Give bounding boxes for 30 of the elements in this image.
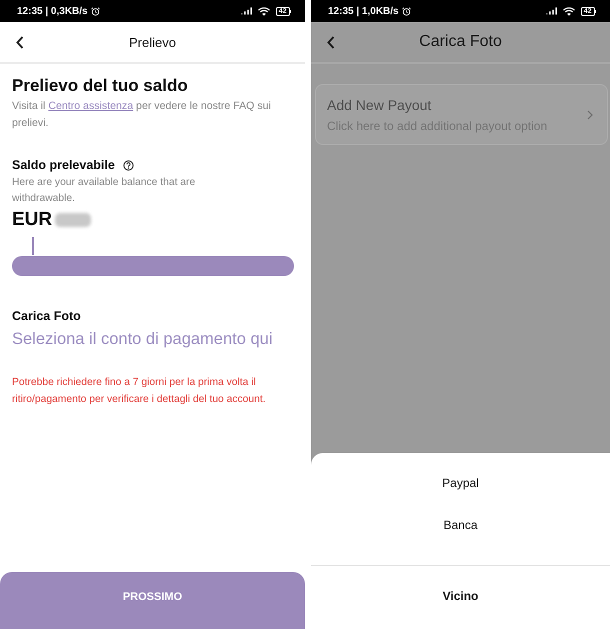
help-center-link[interactable]: Centro assistenza [48,100,134,112]
page-title: Prelievo [128,34,177,50]
intro-text: Visita il Centro assistenza per vedere le nostre FAQ sui prelievi. [12,99,272,131]
currency-label: EUR [12,208,52,232]
next-button[interactable]: PROSSIMO [0,572,305,629]
help-icon[interactable] [122,160,134,170]
chevron-right-icon [587,110,593,120]
balance-label: Saldo prelevabile [12,157,115,173]
blurred-amount [55,213,92,227]
back-icon[interactable] [327,36,335,48]
sheet-option[interactable]: Banca [437,515,484,535]
balance-hint: Here are your available balance that are withdrawable. [12,176,196,206]
text-cursor [32,237,34,255]
back-icon[interactable] [16,36,24,48]
status-time: 12:35 | 1,0KB/s [328,6,399,16]
sheet-option[interactable]: Vicino [436,586,484,606]
alarm-clock-icon [90,6,100,16]
signal-icon [240,7,252,15]
status-time: 12:35 | 0,3KB/s [17,6,88,16]
wifi-icon [562,6,575,16]
page-title: Carica Foto [418,33,503,51]
upload-label: Carica Foto [12,308,81,324]
notice-text: Potrebbe richiedere fino a 7 giorni per la prima volta il ritiro/pagamento per verificare i dettagli del tuo account. [12,376,267,407]
alarm-clock-icon [402,6,411,16]
card-title: Add New Payout [327,96,432,114]
signal-icon [546,7,557,15]
section-heading: Prelievo del tuo saldo [12,76,188,96]
wifi-icon [258,6,270,16]
select-account-link[interactable]: Seleziona il conto di pagamento qui [12,328,273,350]
sheet-option[interactable]: Paypal [436,473,485,492]
